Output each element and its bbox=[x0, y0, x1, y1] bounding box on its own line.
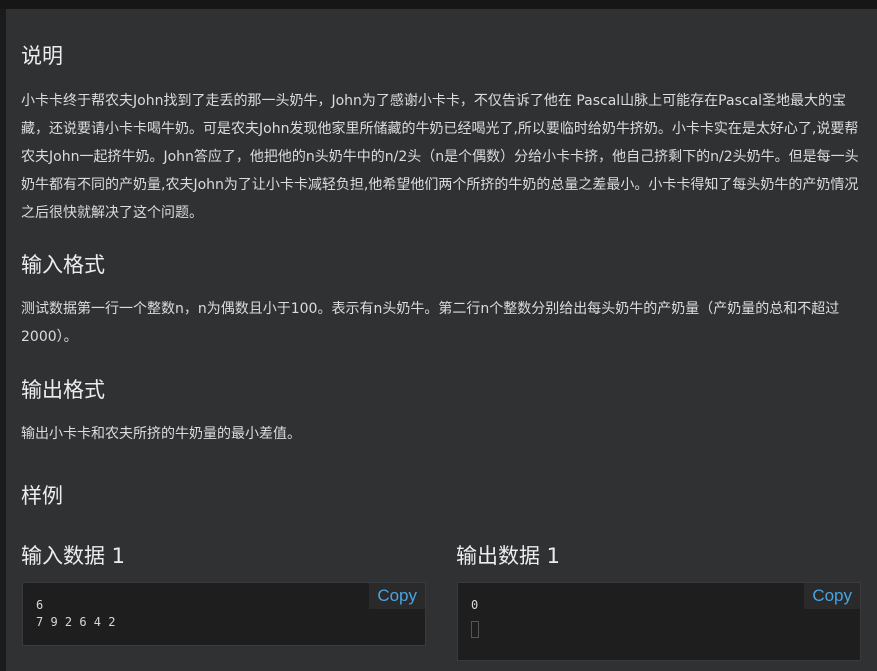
description-text: 小卡卡终于帮农夫John找到了走丢的那一头奶牛，John为了感谢小卡卡，不仅告诉… bbox=[21, 93, 859, 221]
sample-output-box: 0 Copy bbox=[457, 582, 861, 661]
description-title: 说明 bbox=[21, 44, 63, 68]
copy-output-button[interactable]: Copy bbox=[804, 583, 860, 609]
sample-input-title: 输入数据 1 bbox=[21, 544, 126, 568]
top-bar bbox=[0, 0, 877, 9]
samples-title: 样例 bbox=[21, 484, 63, 508]
sample-input-code[interactable]: 6 7 9 2 6 4 2 bbox=[36, 597, 115, 631]
input-format-text: 测试数据第一行一个整数n，n为偶数且小于100。表示有n头奶牛。第二行n个整数分… bbox=[21, 301, 840, 345]
input-format-title: 输入格式 bbox=[21, 253, 105, 277]
copy-input-button[interactable]: Copy bbox=[369, 583, 425, 609]
sample-output-code[interactable]: 0 bbox=[471, 597, 478, 614]
problem-panel: 说明 小卡卡终于帮农夫John找到了走丢的那一头奶牛，John为了感谢小卡卡，不… bbox=[6, 9, 877, 671]
output-format-title: 输出格式 bbox=[21, 378, 105, 402]
output-format-text: 输出小卡卡和农夫所挤的牛奶量的最小差值。 bbox=[21, 426, 301, 442]
sample-output-title: 输出数据 1 bbox=[456, 544, 561, 568]
sample-input-box: 6 7 9 2 6 4 2 Copy bbox=[22, 582, 426, 646]
text-cursor-icon bbox=[471, 621, 479, 638]
